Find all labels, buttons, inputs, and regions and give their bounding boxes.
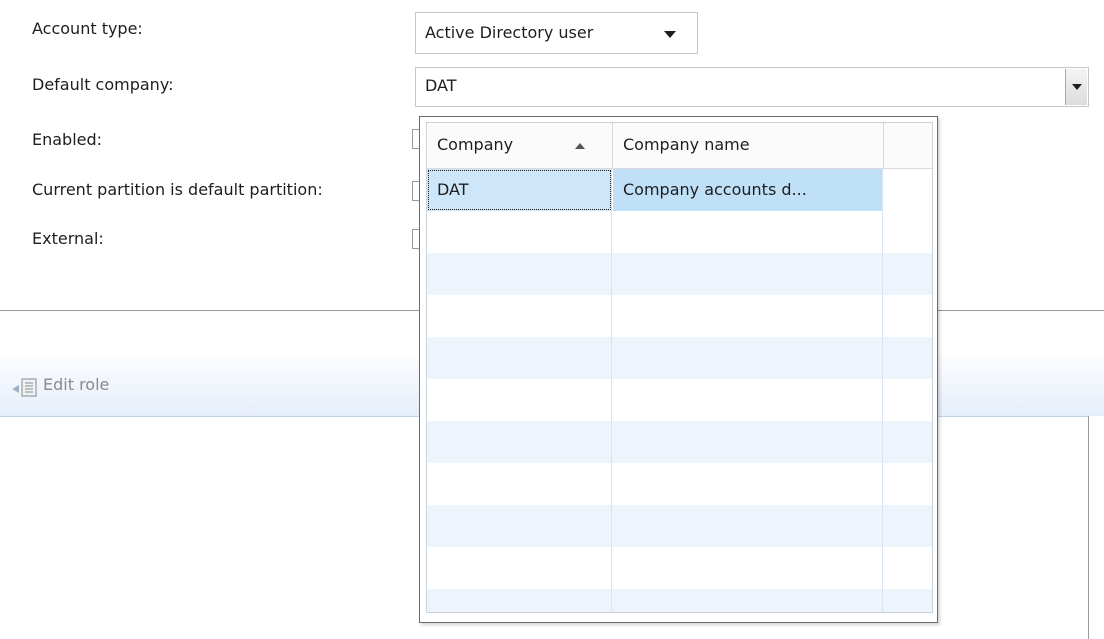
empty-row (427, 211, 932, 253)
empty-row (427, 337, 932, 379)
company-lookup-popup: Company Company name DAT Company account… (419, 116, 938, 623)
empty-row (427, 253, 932, 295)
enabled-label: Enabled: (32, 130, 103, 149)
default-company-label: Default company: (32, 75, 174, 94)
cell-company[interactable]: DAT (427, 169, 612, 211)
column-header-company-name[interactable]: Company name (613, 123, 884, 168)
column-header-label: Company (437, 135, 514, 154)
empty-row (427, 379, 932, 421)
current-partition-label: Current partition is default partition: (32, 180, 323, 199)
empty-row (427, 421, 932, 463)
table-row[interactable]: DAT Company accounts d... (427, 169, 932, 211)
grid-rows: DAT Company accounts d... (427, 169, 932, 612)
external-label: External: (32, 229, 104, 248)
roles-grid-pane (1088, 416, 1104, 639)
chevron-down-icon[interactable] (664, 31, 676, 38)
section-divider (938, 310, 1104, 311)
default-company-field[interactable]: DAT (415, 67, 1089, 107)
cell-text: DAT (437, 180, 469, 199)
grid-header: Company Company name (427, 123, 932, 169)
cell-text: Company accounts d... (623, 180, 807, 199)
cell-company-name[interactable]: Company accounts d... (613, 169, 883, 211)
account-type-label: Account type: (32, 19, 143, 38)
sort-ascending-icon (575, 143, 585, 149)
column-header-label: Company name (623, 135, 750, 154)
default-company-dropdown-button[interactable] (1065, 69, 1087, 105)
chevron-down-icon (1072, 84, 1082, 90)
empty-row (427, 547, 932, 589)
company-lookup-grid: Company Company name DAT Company account… (426, 122, 933, 613)
column-header-company[interactable]: Company (427, 123, 613, 168)
empty-row (427, 589, 932, 612)
empty-row (427, 505, 932, 547)
empty-row (427, 463, 932, 505)
account-type-dropdown[interactable]: Active Directory user (415, 12, 698, 54)
edit-role-label: Edit role (43, 375, 110, 394)
account-type-value: Active Directory user (425, 23, 594, 42)
section-divider (0, 310, 420, 311)
default-company-value: DAT (425, 76, 457, 95)
edit-role-icon (12, 378, 37, 397)
empty-row (427, 295, 932, 337)
